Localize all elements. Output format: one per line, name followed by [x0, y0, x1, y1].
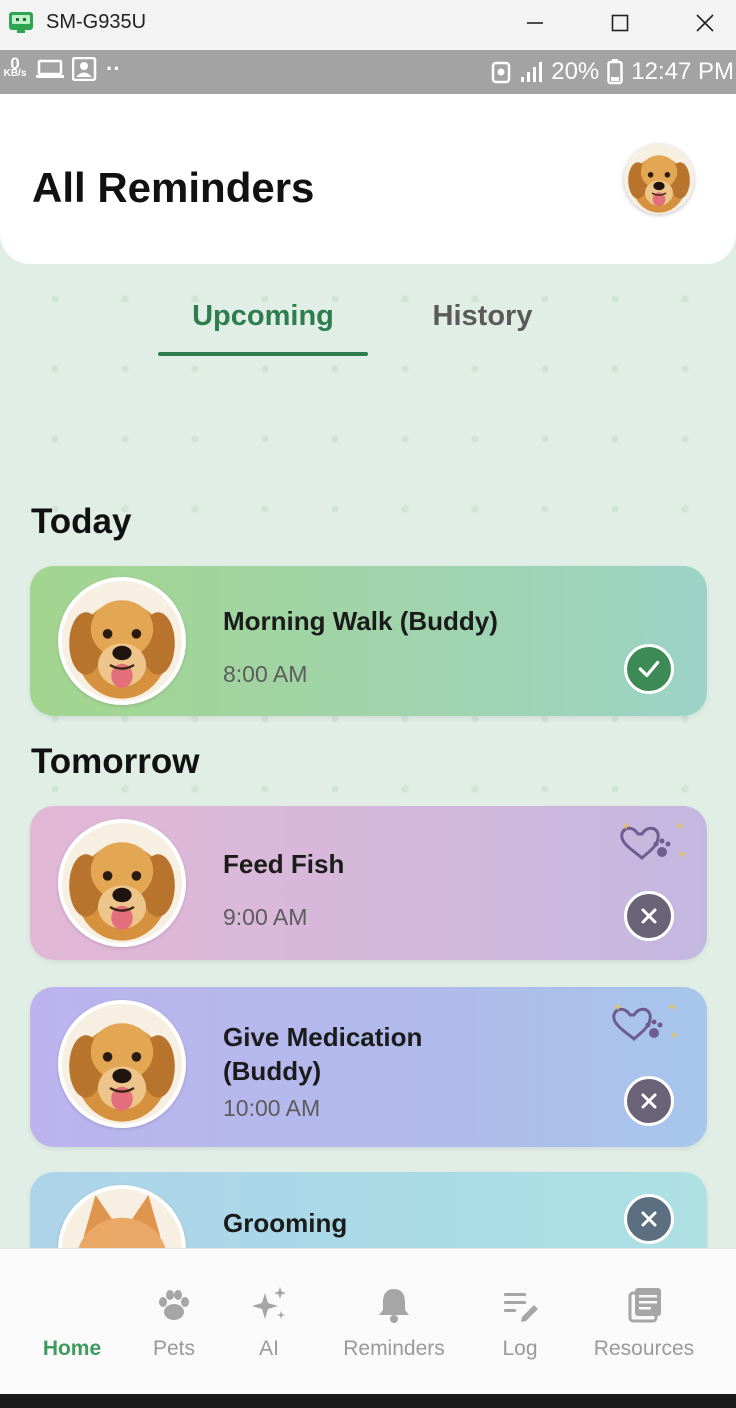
minimize-button[interactable]	[505, 0, 565, 46]
close-icon	[637, 904, 661, 928]
reminder-card[interactable]: Morning Walk (Buddy) 8:00 AM	[30, 566, 707, 716]
reminder-title: Feed Fish	[223, 849, 345, 879]
pet-avatar	[58, 1000, 186, 1128]
window-title: SM-G935U	[46, 11, 147, 33]
header: All Reminders	[0, 94, 736, 264]
tab-history[interactable]: History	[400, 294, 565, 354]
nav-label: Log	[502, 1337, 538, 1360]
network-speed-unit: KB/s	[3, 68, 27, 79]
app-icon	[9, 12, 33, 33]
reminder-time: 8:00 AM	[223, 661, 308, 687]
dog-icon	[62, 1004, 182, 1124]
section-today: Today	[31, 502, 132, 541]
reminder-card[interactable]: Feed Fish 9:00 AM	[30, 806, 707, 960]
network-speed: 0 KB/s	[2, 55, 28, 79]
heart-paw-icon	[610, 1001, 680, 1051]
status-bar: 0 KB/s ·· 20% 12:47 PM	[0, 50, 736, 94]
book-icon	[628, 1288, 661, 1323]
reminder-title: Grooming	[223, 1208, 348, 1238]
clock: 12:47 PM	[631, 58, 734, 85]
sync-icon	[491, 61, 511, 84]
reminder-title: Give Medication (Buddy)	[223, 1020, 422, 1088]
nav-label: Resources	[593, 1337, 695, 1360]
tab-upcoming[interactable]: Upcoming	[158, 294, 368, 354]
section-tomorrow: Tomorrow	[31, 742, 200, 781]
cancel-reminder-button[interactable]	[624, 891, 674, 941]
page-title: All Reminders	[32, 164, 315, 211]
app-screen: All Reminders Upcoming History Today Mor…	[0, 94, 736, 1394]
golden-retriever-avatar-icon	[624, 144, 694, 214]
nav-resources[interactable]: Resources	[582, 1249, 706, 1395]
cancel-reminder-button[interactable]	[624, 1076, 674, 1126]
pet-avatar	[58, 819, 186, 947]
nav-label: Pets	[152, 1337, 196, 1360]
close-icon	[696, 14, 714, 32]
nav-home[interactable]: Home	[30, 1249, 114, 1395]
maximize-icon	[611, 14, 629, 32]
heart-paw-icon	[618, 820, 688, 870]
cancel-reminder-button[interactable]	[624, 1194, 674, 1244]
nav-log[interactable]: Log	[484, 1249, 556, 1395]
reminder-title-line2: (Buddy)	[223, 1056, 322, 1086]
edit-list-icon	[504, 1293, 538, 1322]
reminder-title-line1: Give Medication	[223, 1022, 423, 1052]
contact-card-icon	[72, 57, 97, 81]
nav-label: AI	[259, 1337, 279, 1360]
nav-ai[interactable]: AI	[234, 1249, 304, 1395]
laptop-icon	[36, 59, 64, 78]
reminder-title: Morning Walk (Buddy)	[223, 606, 498, 636]
reminder-time: 10:00 AM	[223, 1095, 321, 1121]
nav-reminders[interactable]: Reminders	[330, 1249, 458, 1395]
active-tab-indicator	[158, 352, 368, 356]
paw-icon	[159, 1290, 189, 1320]
battery-percent: 20%	[551, 58, 600, 85]
bell-icon	[379, 1289, 409, 1323]
dog-icon	[62, 823, 182, 943]
pet-avatar	[58, 577, 186, 705]
battery-icon	[607, 59, 624, 85]
signal-icon	[521, 62, 543, 82]
minimize-icon	[527, 22, 543, 24]
completed-button[interactable]	[624, 644, 674, 694]
window-bottom-edge	[0, 1394, 736, 1408]
reminder-tabs: Upcoming History	[0, 294, 736, 364]
close-icon	[637, 1089, 661, 1113]
nav-label: Reminders	[343, 1337, 445, 1360]
notification-dots: ··	[106, 56, 121, 81]
nav-pets[interactable]: Pets	[134, 1249, 214, 1395]
profile-avatar[interactable]	[624, 144, 694, 214]
sparkles-icon	[252, 1287, 286, 1319]
close-icon	[637, 1207, 661, 1231]
close-button[interactable]	[675, 0, 735, 46]
reminder-time: 9:00 AM	[223, 904, 308, 930]
bottom-navigation: Home Pets AI Reminders Log Resources	[0, 1248, 736, 1394]
check-icon	[638, 660, 660, 678]
maximize-button[interactable]	[590, 0, 650, 46]
window-title-bar: SM-G935U	[0, 0, 736, 50]
reminder-card[interactable]: Give Medication (Buddy) 10:00 AM	[30, 987, 707, 1147]
dog-icon	[62, 581, 182, 701]
nav-label: Home	[42, 1337, 102, 1360]
